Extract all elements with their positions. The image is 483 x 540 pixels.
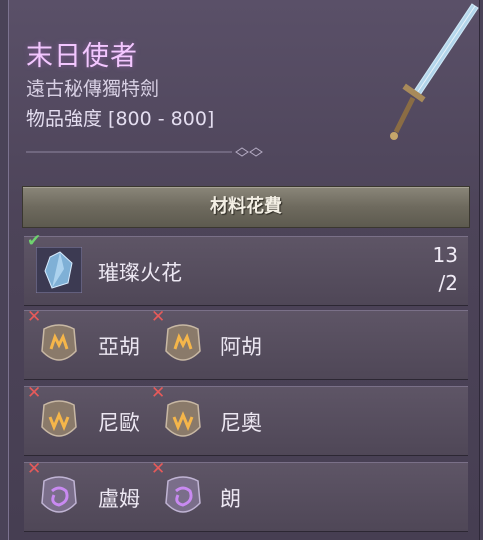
material-owned-count: 13	[432, 243, 458, 267]
cross-icon: ✕	[151, 459, 166, 479]
rune-name: 盧姆	[98, 487, 140, 511]
rune-name: 尼歐	[98, 411, 140, 435]
rune-icon	[41, 324, 77, 361]
rune-icon	[165, 400, 201, 437]
cross-icon: ✕	[151, 307, 166, 327]
material-row-spark[interactable]: ✔ 璀璨火花 13 /2	[24, 231, 468, 306]
material-row-rune[interactable]: ✕ 盧姆	[24, 459, 154, 532]
rune-icon	[165, 324, 201, 361]
divider-ornament	[26, 147, 263, 157]
material-row-rune[interactable]: ✕ 尼奧	[148, 383, 468, 456]
material-name: 璀璨火花	[98, 261, 182, 285]
rune-name: 阿胡	[220, 335, 262, 359]
material-row-rune[interactable]: ✕ 尼歐	[24, 383, 154, 456]
crystal-icon	[36, 247, 82, 293]
cross-icon: ✕	[151, 383, 166, 403]
item-strength: 物品強度 [800 - 800]	[26, 108, 215, 130]
material-row-rune[interactable]: ✕ 亞胡	[24, 307, 154, 380]
sword-icon	[390, 3, 479, 140]
rune-icon	[41, 400, 77, 437]
item-name: 末日使者	[26, 41, 138, 72]
item-type: 遠古秘傳獨特劍	[26, 78, 160, 100]
cross-icon: ✕	[27, 459, 42, 479]
check-icon: ✔	[27, 231, 42, 251]
material-cost-header: 材料花費	[22, 186, 470, 228]
material-row-rune[interactable]: ✕ 阿胡	[148, 307, 468, 380]
cross-icon: ✕	[27, 307, 42, 327]
cross-icon: ✕	[27, 383, 42, 403]
rune-name: 尼奧	[220, 411, 262, 435]
rune-icon	[41, 476, 77, 513]
rune-name: 朗	[220, 487, 241, 511]
material-required-count: /2	[438, 271, 458, 295]
rune-icon	[165, 476, 201, 513]
material-slot	[32, 243, 86, 297]
material-row-rune[interactable]: ✕ 朗	[148, 459, 468, 532]
rune-name: 亞胡	[98, 335, 140, 359]
